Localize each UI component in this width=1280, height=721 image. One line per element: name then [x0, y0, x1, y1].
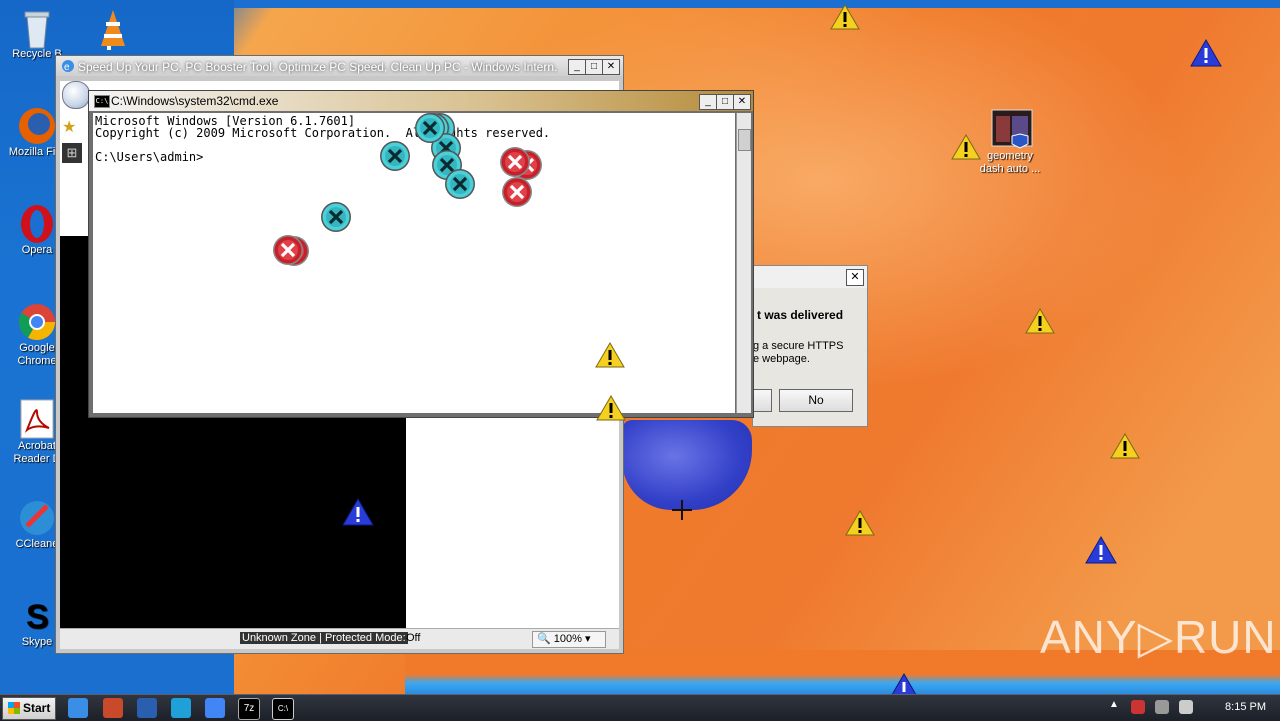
ie-status-bar: Unknown Zone | Protected Mode: Off 🔍 100…: [60, 628, 619, 649]
no-button[interactable]: No: [779, 389, 853, 412]
back-button[interactable]: [62, 81, 90, 109]
ccleaner-icon: [17, 496, 57, 536]
console-prompt: C:\Users\admin>: [95, 150, 204, 164]
dialog-heading: t was delivered: [757, 308, 844, 322]
desktop-blue-strip: [234, 0, 1280, 8]
ie-logo-icon: e: [61, 59, 75, 73]
cmd-taskbar-icon[interactable]: C:\: [272, 698, 294, 720]
ie-titlebar[interactable]: e Speed Up Your PC, PC Booster Tool, Opt…: [56, 56, 623, 76]
svg-text:e: e: [64, 62, 70, 73]
media-player-taskbar-icon[interactable]: [137, 698, 157, 718]
anyrun-watermark: ANY▷RUN: [1040, 611, 1277, 663]
skype-icon: S: [17, 594, 57, 636]
explorer-taskbar-icon[interactable]: [103, 698, 123, 718]
security-dialog[interactable]: ✕ t was delivered g a secure HTTPS e web…: [752, 265, 868, 427]
desktop-icon-recycle-bin[interactable]: Recycle B: [0, 6, 74, 61]
dialog-close-button[interactable]: ✕: [846, 269, 864, 286]
dialog-body-line: g a secure HTTPS: [753, 340, 844, 352]
start-label: Start: [23, 701, 51, 715]
favorites-star-icon[interactable]: ★: [62, 117, 76, 137]
wallpaper-blue-blob: [622, 420, 752, 510]
zoom-dropdown[interactable]: 🔍 100% ▾: [532, 631, 606, 648]
opera-icon: [17, 202, 57, 243]
maximize-button[interactable]: □: [585, 59, 603, 75]
desktop-icon-vlc[interactable]: [78, 6, 148, 50]
network-icon[interactable]: [1155, 700, 1169, 714]
minimize-button[interactable]: _: [568, 59, 586, 75]
console-line: Copyright (c) 2009 Microsoft Corporation…: [95, 126, 551, 140]
maximize-button[interactable]: □: [716, 94, 734, 110]
zone-label: Unknown Zone | Protected Mode:: [240, 632, 408, 644]
volume-icon[interactable]: [1179, 700, 1193, 714]
action-center-icon[interactable]: [1131, 700, 1145, 714]
clock[interactable]: 8:15 PM: [1225, 701, 1266, 713]
desktop-icon-geometry-dash[interactable]: geometry dash auto ...: [972, 108, 1048, 176]
close-button[interactable]: ✕: [602, 59, 620, 75]
installer-icon: [990, 108, 1033, 149]
firefox-icon: [17, 104, 57, 144]
cmd-icon: C:\: [94, 95, 110, 108]
recycle-bin-icon: [17, 6, 57, 49]
system-tray: ▲ 8:15 PM: [1105, 695, 1280, 721]
quick-tabs-icon[interactable]: ⊞: [62, 143, 82, 163]
acrobat-icon: [17, 398, 57, 439]
close-button[interactable]: ✕: [733, 94, 751, 110]
chrome-taskbar-icon[interactable]: [205, 698, 225, 718]
ie-taskbar-icon[interactable]: [68, 698, 88, 718]
chrome-icon: [17, 300, 57, 341]
console-output[interactable]: Microsoft Windows [Version 6.1.7601] Cop…: [93, 113, 735, 413]
yes-button[interactable]: [753, 389, 772, 412]
cmd-titlebar[interactable]: C:\ C:\Windows\system32\cmd.exe _ □ ✕: [89, 91, 753, 111]
app-taskbar-icon[interactable]: [171, 698, 191, 718]
cmd-window-title: C:\Windows\system32\cmd.exe: [111, 94, 279, 108]
taskbar: Start 7z C:\ ▲ 8:15 PM: [0, 694, 1280, 721]
console-scrollbar[interactable]: [736, 113, 751, 413]
minimize-button[interactable]: _: [699, 94, 717, 110]
protected-mode-value: Off: [406, 632, 421, 644]
7zip-taskbar-icon[interactable]: 7z: [238, 698, 260, 720]
dialog-body: g a secure HTTPS e webpage.: [753, 340, 843, 366]
scrollbar-thumb[interactable]: [738, 129, 751, 151]
windows-logo-icon: [8, 702, 20, 714]
desktop-icon-label: dash auto ...: [979, 163, 1041, 175]
ie-window-title: Speed Up Your PC, PC Booster Tool, Optim…: [78, 60, 558, 74]
show-hidden-icons-icon[interactable]: ▲: [1109, 699, 1121, 715]
zoom-value: 100%: [553, 633, 582, 645]
vlc-cone-icon: [93, 6, 133, 50]
cmd-window[interactable]: C:\ C:\Windows\system32\cmd.exe _ □ ✕ Mi…: [88, 90, 754, 418]
dialog-body-line: e webpage.: [753, 353, 810, 365]
dialog-titlebar: ✕: [753, 266, 867, 288]
svg-text:S: S: [26, 598, 49, 636]
start-button[interactable]: Start: [2, 697, 56, 720]
